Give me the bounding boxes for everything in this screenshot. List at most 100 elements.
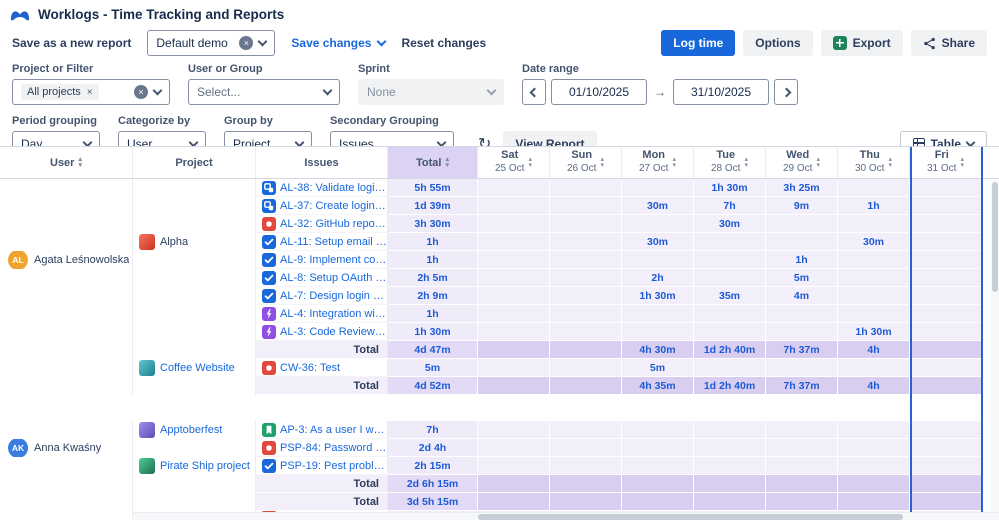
project-name[interactable]: Coffee Website	[160, 362, 235, 374]
col-header-day-thu[interactable]: Thu30 Oct	[838, 147, 910, 178]
day-cell[interactable]: 2h	[622, 269, 694, 287]
day-cell[interactable]	[838, 251, 910, 269]
day-cell[interactable]: 5m	[622, 359, 694, 377]
day-cell[interactable]	[478, 179, 550, 197]
day-cell[interactable]	[622, 305, 694, 323]
day-cell[interactable]: 9m	[766, 197, 838, 215]
day-cell[interactable]	[910, 287, 982, 305]
col-header-day-sun[interactable]: Sun26 Oct	[550, 147, 622, 178]
day-cell[interactable]	[694, 233, 766, 251]
save-as-new-report-button[interactable]: Save as a new report	[12, 36, 131, 50]
day-cell[interactable]	[910, 493, 982, 511]
day-cell[interactable]: 1h	[838, 197, 910, 215]
log-time-button[interactable]: Log time	[661, 30, 735, 56]
day-cell[interactable]	[622, 323, 694, 341]
project-filter-select[interactable]: All projects × ×	[12, 79, 170, 105]
day-cell[interactable]	[694, 305, 766, 323]
day-cell[interactable]	[550, 377, 622, 395]
day-cell[interactable]	[478, 323, 550, 341]
day-cell[interactable]: 7h 37m	[766, 341, 838, 359]
day-cell[interactable]	[478, 197, 550, 215]
day-cell[interactable]	[550, 421, 622, 439]
day-cell[interactable]	[478, 287, 550, 305]
day-cell[interactable]	[478, 251, 550, 269]
date-to-input[interactable]	[673, 79, 769, 105]
day-cell[interactable]: 4h 30m	[622, 341, 694, 359]
day-cell[interactable]: 4h 35m	[622, 377, 694, 395]
day-cell[interactable]: 1d 2h 40m	[694, 377, 766, 395]
day-cell[interactable]: 4m	[766, 287, 838, 305]
day-cell[interactable]	[694, 421, 766, 439]
day-cell[interactable]	[694, 439, 766, 457]
day-cell[interactable]	[478, 377, 550, 395]
day-cell[interactable]	[766, 493, 838, 511]
day-cell[interactable]	[694, 323, 766, 341]
remove-chip-icon[interactable]: ×	[87, 87, 93, 98]
day-cell[interactable]	[838, 179, 910, 197]
day-cell[interactable]	[622, 421, 694, 439]
day-cell[interactable]	[838, 269, 910, 287]
day-cell[interactable]	[550, 493, 622, 511]
day-cell[interactable]	[550, 215, 622, 233]
issue-link[interactable]: AL-37: Create login form...	[280, 200, 387, 212]
day-cell[interactable]	[550, 439, 622, 457]
day-cell[interactable]	[550, 179, 622, 197]
day-cell[interactable]	[478, 457, 550, 475]
issue-link[interactable]: AL-9: Implement comm...	[280, 254, 387, 266]
day-cell[interactable]	[622, 439, 694, 457]
day-cell[interactable]: 4h	[838, 341, 910, 359]
day-cell[interactable]	[910, 251, 982, 269]
day-cell[interactable]	[766, 323, 838, 341]
day-cell[interactable]: 3h 25m	[766, 179, 838, 197]
issue-link[interactable]: CW-36: Test	[280, 362, 340, 374]
col-header-day-fri[interactable]: Fri31 Oct	[910, 147, 982, 178]
day-cell[interactable]	[550, 359, 622, 377]
issue-link[interactable]: AL-3: Code Review Inter...	[280, 326, 387, 338]
day-cell[interactable]	[478, 341, 550, 359]
day-cell[interactable]	[622, 251, 694, 269]
day-cell[interactable]	[478, 421, 550, 439]
day-cell[interactable]	[622, 179, 694, 197]
day-cell[interactable]	[910, 197, 982, 215]
project-name[interactable]: Apptoberfest	[160, 424, 222, 436]
day-cell[interactable]: 1d 2h 40m	[694, 341, 766, 359]
day-cell[interactable]	[910, 305, 982, 323]
day-cell[interactable]	[910, 179, 982, 197]
day-cell[interactable]	[766, 439, 838, 457]
day-cell[interactable]	[694, 475, 766, 493]
day-cell[interactable]	[694, 493, 766, 511]
issue-link[interactable]: AL-7: Design login and r...	[280, 290, 387, 302]
day-cell[interactable]	[910, 359, 982, 377]
day-cell[interactable]	[550, 323, 622, 341]
day-cell[interactable]	[838, 439, 910, 457]
day-cell[interactable]: 1h	[766, 251, 838, 269]
issue-link[interactable]: PSP-84: Password is reje...	[280, 442, 387, 454]
reset-changes-button[interactable]: Reset changes	[401, 36, 486, 50]
user-filter-select[interactable]: Select...	[188, 79, 340, 105]
day-cell[interactable]	[910, 323, 982, 341]
day-cell[interactable]	[910, 475, 982, 493]
col-header-total[interactable]: Total	[388, 147, 478, 178]
day-cell[interactable]	[694, 457, 766, 475]
issue-link[interactable]: AL-4: Integration with G...	[280, 308, 387, 320]
day-cell[interactable]	[910, 421, 982, 439]
day-cell[interactable]	[838, 359, 910, 377]
day-cell[interactable]	[766, 475, 838, 493]
col-header-user[interactable]: User	[0, 147, 133, 178]
export-button[interactable]: Export	[821, 30, 903, 56]
options-button[interactable]: Options	[743, 30, 812, 56]
share-button[interactable]: Share	[911, 30, 987, 56]
day-cell[interactable]	[910, 215, 982, 233]
day-cell[interactable]	[694, 269, 766, 287]
day-cell[interactable]	[766, 359, 838, 377]
day-cell[interactable]	[838, 493, 910, 511]
day-cell[interactable]	[550, 251, 622, 269]
day-cell[interactable]	[838, 215, 910, 233]
day-cell[interactable]	[550, 305, 622, 323]
day-cell[interactable]	[766, 421, 838, 439]
col-header-day-mon[interactable]: Mon27 Oct	[622, 147, 694, 178]
day-cell[interactable]	[550, 475, 622, 493]
day-cell[interactable]	[838, 475, 910, 493]
day-cell[interactable]: 30m	[622, 233, 694, 251]
day-cell[interactable]	[838, 457, 910, 475]
